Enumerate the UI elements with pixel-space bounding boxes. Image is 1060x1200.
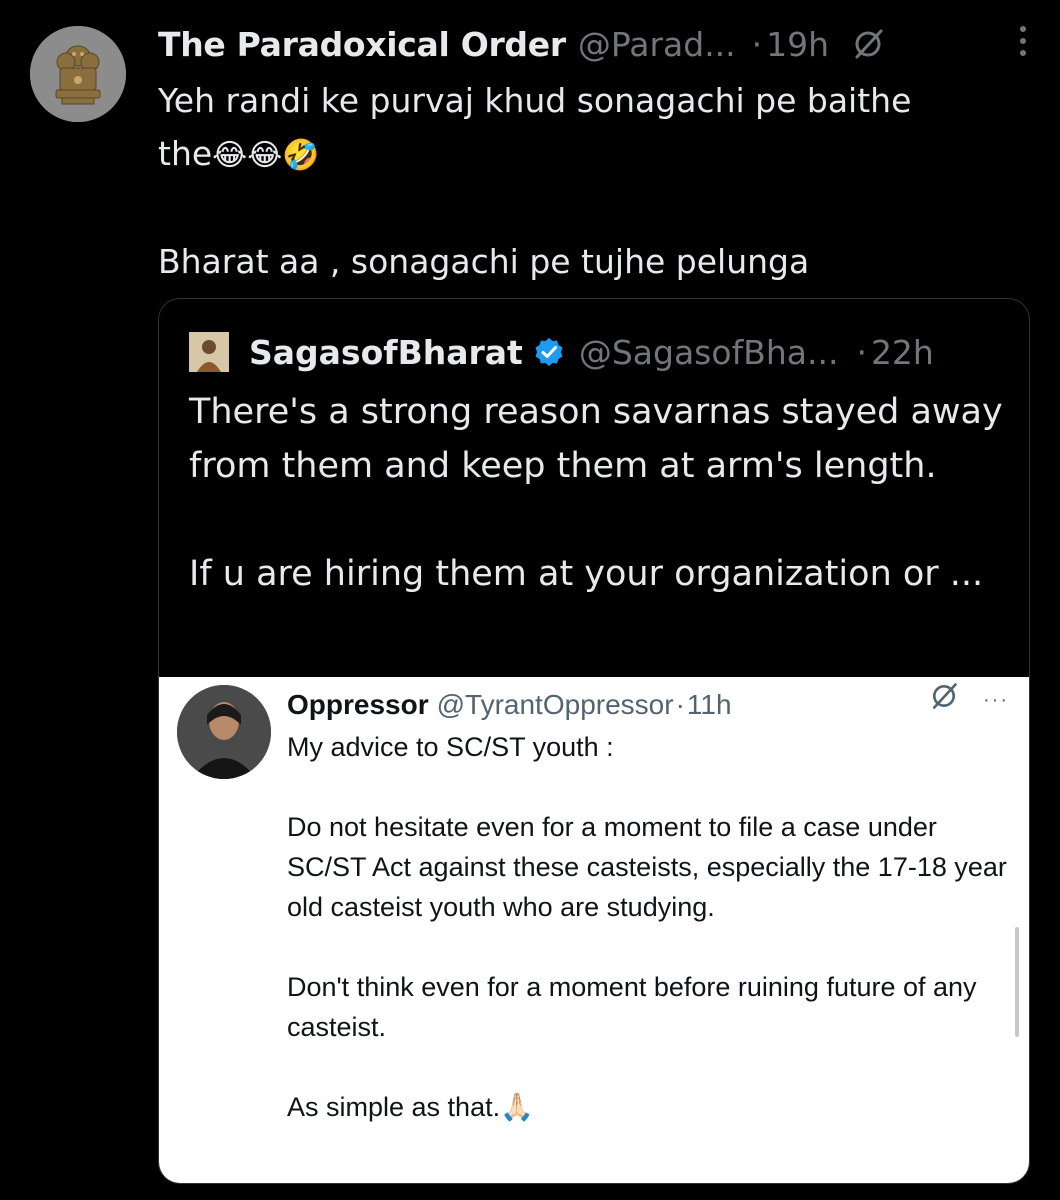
- person-avatar-icon: [177, 685, 271, 779]
- embedded-more-icon: ···: [983, 689, 1009, 711]
- embedded-screenshot-image[interactable]: Oppressor @TyrantOppressor · 11h ··· My …: [159, 677, 1029, 1183]
- author-name[interactable]: The Paradoxical Order: [158, 25, 566, 64]
- embedded-author-avatar: [177, 685, 271, 779]
- quoted-author-avatar[interactable]: [189, 332, 229, 372]
- embedded-separator: ·: [675, 689, 685, 720]
- embedded-paragraph-4-text: As simple as that.: [287, 1092, 501, 1122]
- embedded-paragraph-2: Do not hesitate even for a moment to fil…: [287, 812, 1007, 922]
- tweet-time[interactable]: 19h: [766, 25, 829, 64]
- separator-dot: ·: [751, 24, 763, 64]
- embedded-author-handle: @TyrantOppressor: [436, 689, 674, 720]
- grok-slash-icon[interactable]: [851, 27, 885, 61]
- tweet-line-3: Bharat aa , sonagachi pe tujhe pelunga: [158, 242, 810, 281]
- quoted-author-name[interactable]: SagasofBharat: [249, 333, 523, 372]
- tweet-header: The Paradoxical Order @Parad... · 19h: [158, 22, 1038, 66]
- embedded-line-1: My advice to SC/ST youth :: [287, 732, 614, 762]
- quoted-tweet-card[interactable]: SagasofBharat @SagasofBha... · 22h There…: [158, 298, 1030, 1184]
- embedded-time: 11h: [686, 689, 732, 720]
- tweet-line-2-text: the: [158, 134, 213, 173]
- embedded-header: Oppressor @TyrantOppressor · 11h: [287, 687, 1007, 723]
- quoted-author-handle[interactable]: @SagasofBha...: [579, 333, 839, 372]
- laughing-emoji-icon: 😂😂🤣: [212, 138, 320, 173]
- quoted-paragraph-1: There's a strong reason savarnas stayed …: [189, 392, 1003, 486]
- quoted-tweet-time[interactable]: 22h: [871, 333, 934, 372]
- national-emblem-avatar-icon: [30, 26, 126, 122]
- verified-badge-icon: [533, 336, 565, 368]
- separator-dot: ·: [856, 332, 867, 372]
- quoted-tweet-text: There's a strong reason savarnas stayed …: [189, 385, 1009, 601]
- folded-hands-emoji-icon: 🙏🏻: [500, 1092, 534, 1122]
- quoted-paragraph-2: If u are hiring them at your organizatio…: [189, 554, 984, 594]
- embedded-scrollbar: [1015, 927, 1019, 1037]
- tweet-text: Yeh randi ke purvaj khud sonagachi pe ba…: [158, 74, 1018, 288]
- embedded-grok-slash-icon: [929, 681, 959, 716]
- author-handle[interactable]: @Parad...: [578, 25, 736, 64]
- more-vertical-icon[interactable]: [1020, 26, 1026, 56]
- quoted-tweet-header: SagasofBharat @SagasofBha... · 22h: [189, 329, 1009, 375]
- author-avatar[interactable]: [30, 26, 126, 122]
- tweet-line-1: Yeh randi ke purvaj khud sonagachi pe ba…: [158, 81, 912, 120]
- embedded-paragraph-3: Don't think even for a moment before rui…: [287, 972, 977, 1042]
- embedded-text: My advice to SC/ST youth : Do not hesita…: [287, 727, 1017, 1127]
- embedded-author-name: Oppressor: [287, 689, 429, 720]
- tweet-line-2: the😂😂🤣: [158, 127, 1018, 182]
- embedded-paragraph-4: As simple as that.🙏🏻: [287, 1087, 1017, 1127]
- portrait-avatar-icon: [189, 332, 229, 372]
